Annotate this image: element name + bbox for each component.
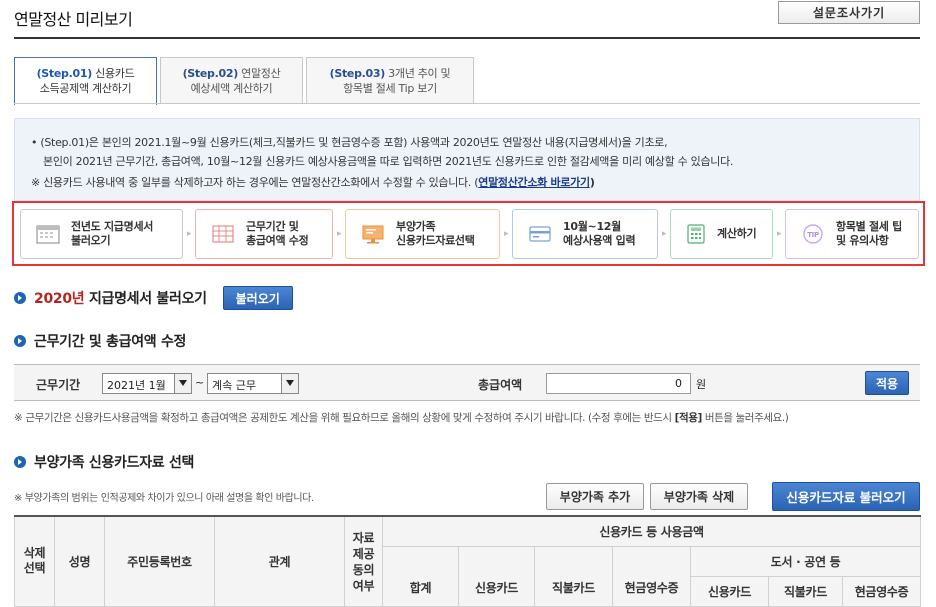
info-note-end: ) [589,176,595,189]
step-expected-usage[interactable]: 10월~12월 예상사용액 입력 [512,209,658,259]
period-start-select[interactable]: 2021년 1월 [102,373,192,394]
step-prev-statement[interactable]: 전년도 지급명세서 불러오기 [20,209,183,259]
col-credit-card: 신용카드 [458,545,535,607]
dependents-table: 삭제선택 성명 주민등록번호 관계 자료제공동의여부 신용카드 등 사용금액 합… [14,515,922,607]
chevron-right-icon: ▸ [337,229,342,239]
info-note-text: ※ 신용카드 사용내역 중 일부를 삭제하고자 하는 경우에는 연말정산간소화에… [31,176,479,189]
section-year: 2020년 [34,291,85,307]
col-culture-credit: 신용카드 [690,575,769,607]
section-load-statement: 2020년 지급명세서 불러오기 불러오기 [14,286,293,310]
info-line: • (Step.01)은 본인의 2021.1월~9월 신용카드(체크,직불카드… [31,136,668,149]
survey-button[interactable]: 설문조사가기 [778,1,920,24]
col-group-culture: 도서 · 공연 등 [689,545,922,577]
process-steps: 전년도 지급명세서 불러오기 ▸ 근무기간 및 총급여액 수정 ▸ 부양가족 신용카드… [12,201,925,266]
step-label: 근무기간 및 총급여액 수정 [246,220,309,247]
step-dependents-card[interactable]: 부양가족 신용카드자료선택 [345,209,500,259]
calendar-icon [35,223,61,245]
tab-step-03[interactable]: (Step.03) 3개년 추이 및 항목별 절세 Tip 보기 [306,57,474,104]
tab-label: 예상세액 계산하기 [190,82,273,95]
period-separator: ~ [195,376,205,389]
step-tabs: (Step.01) 신용카드 소득공제액 계산하기 (Step.02) 연말정산… [14,57,920,105]
tip-icon: TIP [800,223,826,245]
salary-label: 총급여액 [478,378,523,392]
chevron-right-icon: ▸ [777,229,782,239]
col-group-usage: 신용카드 등 사용금액 [381,515,922,547]
tab-step-01[interactable]: (Step.01) 신용카드 소득공제액 계산하기 [14,57,157,105]
calculator-icon [685,223,707,245]
section-dependents: 부양가족 신용카드자료 선택 [14,452,194,472]
currency-unit: 원 [696,378,707,391]
info-box: • (Step.01)은 본인의 2021.1월~9월 신용카드(체크,직불카드… [14,118,920,201]
col-cash-receipt: 현금영수증 [612,545,691,607]
section-title: 근무기간 및 총급여액 수정 [34,334,187,350]
dependents-note: ※ 부양가족의 범위는 인적공제와 차이가 있으니 아래 설명을 확인 바랍니다… [14,493,314,504]
step-label: 계산하기 [717,227,757,240]
chevron-right-icon: ▸ [504,229,509,239]
col-delete-select: 삭제선택 [14,515,55,607]
tab-step-02[interactable]: (Step.02) 연말정산 예상세액 계산하기 [160,57,303,104]
section-bullet-icon [14,335,26,347]
col-culture-debit: 직불카드 [768,575,843,607]
tab-step-label: (Step.03) [329,67,386,80]
grid-icon [210,223,236,245]
page-title: 연말정산 미리보기 [14,10,133,29]
col-name: 성명 [54,515,105,607]
section-period-salary: 근무기간 및 총급여액 수정 [14,331,186,351]
col-culture-cash: 현금영수증 [841,575,922,607]
delete-dependent-button[interactable]: 부양가족 삭제 [650,483,748,510]
section-title: 부양가족 신용카드자료 선택 [34,455,195,471]
chevron-down-icon [281,374,298,393]
chevron-right-icon: ▸ [662,229,667,239]
tab-label: 항목별 절세 Tip 보기 [343,82,437,95]
svg-text:TIP: TIP [807,231,819,239]
chevron-down-icon [174,374,191,393]
load-statement-button[interactable]: 불러오기 [222,286,293,310]
period-end-select[interactable]: 계속 근무 [207,373,299,394]
tab-step-label: (Step.02) [182,67,239,80]
step-label: 10월~12월 예상사용액 입력 [563,220,636,247]
period-salary-form: 근무기간 2021년 1월 ~ 계속 근무 총급여액 0 원 적용 [14,364,920,401]
col-debit-card: 직불카드 [534,545,613,607]
section-bullet-icon [14,292,26,304]
tab-label: 신용카드 [95,67,135,80]
period-start-value: 2021년 1월 [107,379,166,392]
step-calculate[interactable]: 계산하기 [670,209,773,259]
card-icon [527,223,553,245]
section-bullet-icon [14,456,26,468]
step-period-salary[interactable]: 근무기간 및 총급여액 수정 [195,209,333,259]
title-divider [14,37,920,39]
tab-step-label: (Step.01) [36,67,93,80]
col-rrn: 주민등록번호 [104,515,215,607]
step-label: 부양가족 신용카드자료선택 [396,220,475,247]
period-note: ※ 근무기간은 신용카드사용금액을 확정하고 총급여액은 공제한도 계산을 위해… [14,412,789,424]
salary-input[interactable]: 0 [546,373,691,394]
tab-label: 연말정산 [241,67,281,80]
simplified-service-link[interactable]: 연말정산간소화 바로가기 [478,176,590,189]
period-end-value: 계속 근무 [212,379,256,392]
add-dependent-button[interactable]: 부양가족 추가 [546,483,644,510]
col-total: 합계 [382,545,459,607]
period-label: 근무기간 [36,378,81,392]
chevron-right-icon: ▸ [187,229,192,239]
tab-label: 3개년 추이 및 [388,67,451,80]
info-line: 본인이 2021년 근무기간, 총급여액, 10월~12월 신용카드 예상사용금… [43,155,734,168]
col-consent: 자료제공동의여부 [344,515,383,607]
monitor-icon [360,223,386,245]
apply-button[interactable]: 적용 [865,371,909,395]
tab-divider [14,103,920,104]
section-title: 지급명세서 불러오기 [88,291,207,307]
step-label: 항목별 절세 팁및 유의사항 [836,220,902,247]
col-relation: 관계 [214,515,345,607]
info-note: ※ 신용카드 사용내역 중 일부를 삭제하고자 하는 경우에는 연말정산간소화에… [31,173,907,192]
load-card-data-button[interactable]: 신용카드자료 불러오기 [772,482,920,511]
step-label: 전년도 지급명세서 불러오기 [71,220,154,247]
tab-label: 소득공제액 계산하기 [39,82,132,95]
step-tax-tips[interactable]: TIP 항목별 절세 팁및 유의사항 [785,209,919,259]
